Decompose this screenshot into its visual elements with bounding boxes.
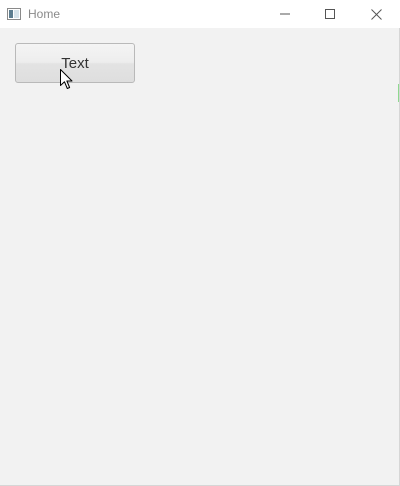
- minimize-icon: [280, 9, 290, 19]
- content-area: Text: [0, 28, 399, 485]
- window-title: Home: [28, 7, 61, 21]
- title-bar[interactable]: Home: [0, 0, 400, 28]
- window-edge-highlight: [398, 84, 399, 102]
- app-window: Home Text: [0, 0, 400, 486]
- text-button[interactable]: Text: [15, 43, 135, 83]
- maximize-button[interactable]: [308, 0, 352, 28]
- close-icon: [370, 8, 382, 20]
- maximize-icon: [325, 9, 335, 19]
- minimize-button[interactable]: [263, 0, 307, 28]
- text-button-label: Text: [61, 54, 89, 72]
- window-app-icon: [7, 7, 21, 20]
- close-button[interactable]: [354, 0, 398, 28]
